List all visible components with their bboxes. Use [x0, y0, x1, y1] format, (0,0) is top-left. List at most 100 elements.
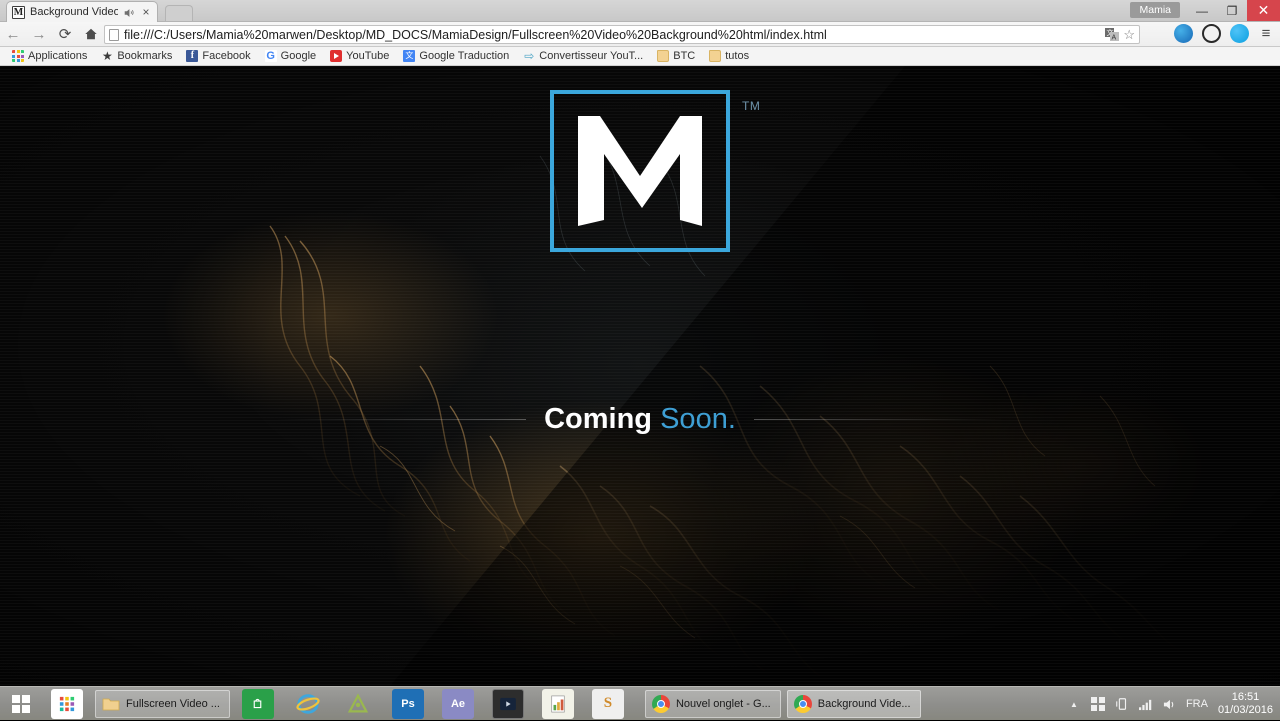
title-bar: M Background Video × Mamia — ❐ ✕	[0, 0, 1280, 22]
bookmark-label: BTC	[673, 50, 695, 62]
reload-icon[interactable]: ⟳	[52, 22, 78, 47]
chrome-icon	[652, 695, 670, 713]
bookmark-label: Google	[281, 50, 316, 62]
show-hidden-icons-icon[interactable]: ▲	[1066, 696, 1082, 712]
trademark-symbol: TM	[742, 99, 760, 113]
after-effects-icon[interactable]: Ae	[442, 689, 474, 719]
bookmark-item[interactable]: G Google	[259, 48, 322, 65]
new-tab-button[interactable]	[165, 5, 193, 21]
address-bar[interactable]: file:///C:/Users/Mamia%20marwen/Desktop/…	[104, 25, 1140, 44]
bookmark-label: Google Traduction	[419, 50, 509, 62]
apps-tile-icon[interactable]	[51, 689, 83, 719]
extension-icons: ≡	[1174, 24, 1274, 43]
translate-icon[interactable]: 文A	[1105, 28, 1119, 41]
star-icon: ★	[101, 50, 113, 62]
taskbar-item-label: Fullscreen Video ...	[126, 698, 220, 710]
taskbar-item-label: Nouvel onglet - G...	[676, 698, 771, 710]
folder-icon	[102, 695, 120, 713]
tab-close-icon[interactable]: ×	[140, 6, 152, 18]
sublime-text-icon[interactable]: S	[592, 689, 624, 719]
minimize-button[interactable]: —	[1187, 0, 1217, 21]
page-viewport: TM Coming Soon.	[0, 66, 1280, 686]
skype-extension-icon[interactable]	[1230, 24, 1249, 43]
bookmark-item[interactable]: ⇨ Convertisseur YouT...	[517, 48, 649, 65]
start-button[interactable]	[0, 687, 42, 721]
home-icon[interactable]	[78, 22, 104, 47]
apps-grid-icon	[12, 50, 24, 62]
folder-icon	[657, 50, 669, 62]
bookmark-label: Bookmarks	[117, 50, 172, 62]
bookmark-label: tutos	[725, 50, 749, 62]
speaker-icon[interactable]	[123, 6, 135, 18]
bookmark-item[interactable]: 文 Google Traduction	[397, 48, 515, 65]
taskbar-item-fullscreen-video[interactable]: Fullscreen Video ...	[95, 690, 230, 718]
internet-explorer-icon[interactable]	[292, 689, 324, 719]
clock[interactable]: 16:51 01/03/2016	[1216, 691, 1273, 717]
taskbar-item-nouvel-onglet[interactable]: Nouvel onglet - G...	[645, 690, 781, 718]
tagline-word-soon: Soon.	[660, 403, 736, 435]
android-studio-icon[interactable]	[342, 689, 374, 719]
tagline-word-coming: Coming	[544, 403, 652, 435]
facebook-icon: f	[186, 50, 198, 62]
flow-extension-icon[interactable]	[1174, 24, 1193, 43]
system-tray: ▲ FRA 16:51 01/03/2016	[1066, 687, 1280, 721]
opera-extension-icon[interactable]	[1202, 24, 1221, 43]
windows-flag-icon[interactable]	[1090, 696, 1106, 712]
sublime-label: S	[604, 695, 612, 712]
chrome-icon	[794, 695, 812, 713]
chrome-menu-icon[interactable]: ≡	[1258, 25, 1274, 42]
bookmark-label: YouTube	[346, 50, 389, 62]
tab-favicon-icon: M	[12, 6, 25, 19]
notepad-editor-icon[interactable]	[542, 689, 574, 719]
bookmark-item[interactable]: tutos	[703, 48, 755, 65]
profile-name-badge[interactable]: Mamia	[1130, 2, 1180, 18]
bookmarks-bar: Applications ★ Bookmarks f Facebook G Google Yo…	[0, 47, 1280, 66]
page-document-icon	[109, 29, 119, 41]
logo-letter-m-icon	[554, 94, 726, 248]
clock-time: 16:51	[1218, 691, 1273, 704]
browser-tab[interactable]: M Background Video ×	[6, 1, 158, 22]
windows-store-icon[interactable]	[242, 689, 274, 719]
folder-icon	[709, 50, 721, 62]
converter-icon: ⇨	[523, 50, 535, 62]
clock-date: 01/03/2016	[1218, 704, 1273, 717]
bookmark-item[interactable]: BTC	[651, 48, 701, 65]
forward-icon[interactable]: →	[26, 22, 52, 47]
bookmark-item[interactable]: f Facebook	[180, 48, 256, 65]
close-window-button[interactable]: ✕	[1247, 0, 1280, 21]
bookmark-label: Facebook	[202, 50, 250, 62]
browser-window: M Background Video × Mamia — ❐ ✕ ← → ⟳ f…	[0, 0, 1280, 720]
windows-taskbar: Fullscreen Video ... Ps Ae S Nouvel	[0, 686, 1280, 720]
logo-frame	[550, 90, 730, 252]
google-icon: G	[265, 50, 277, 62]
windows-logo-icon	[12, 695, 30, 713]
bookmark-item[interactable]: ★ Bookmarks	[95, 48, 178, 65]
page-content: TM Coming Soon.	[0, 66, 1280, 686]
url-text: file:///C:/Users/Mamia%20marwen/Desktop/…	[124, 28, 1100, 42]
svg-text:A: A	[1112, 35, 1117, 42]
youtube-icon	[330, 50, 342, 62]
tagline: Coming Soon.	[526, 403, 754, 436]
bookmark-item[interactable]: Applications	[6, 48, 93, 65]
after-effects-label: Ae	[451, 698, 465, 710]
navigation-toolbar: ← → ⟳ file:///C:/Users/Mamia%20marwen/De…	[0, 22, 1280, 47]
bookmark-item[interactable]: YouTube	[324, 48, 395, 65]
brand-logo: TM	[550, 90, 730, 252]
taskbar-item-background-video[interactable]: Background Vide...	[787, 690, 921, 718]
google-translate-icon: 文	[403, 50, 415, 62]
device-icon[interactable]	[1114, 696, 1130, 712]
media-player-icon[interactable]	[492, 689, 524, 719]
bookmark-label: Convertisseur YouT...	[539, 50, 643, 62]
volume-icon[interactable]	[1162, 696, 1178, 712]
taskbar-item-label: Background Vide...	[818, 698, 911, 710]
signal-bars-icon[interactable]	[1138, 696, 1154, 712]
bookmark-label: Applications	[28, 50, 87, 62]
tagline-row: Coming Soon.	[0, 402, 1280, 436]
bookmark-star-icon[interactable]: ☆	[1123, 28, 1135, 41]
photoshop-label: Ps	[401, 698, 414, 710]
back-icon[interactable]: ←	[0, 22, 26, 47]
maximize-button[interactable]: ❐	[1217, 0, 1247, 21]
language-indicator[interactable]: FRA	[1186, 698, 1208, 710]
photoshop-icon[interactable]: Ps	[392, 689, 424, 719]
tab-title: Background Video	[30, 6, 118, 18]
